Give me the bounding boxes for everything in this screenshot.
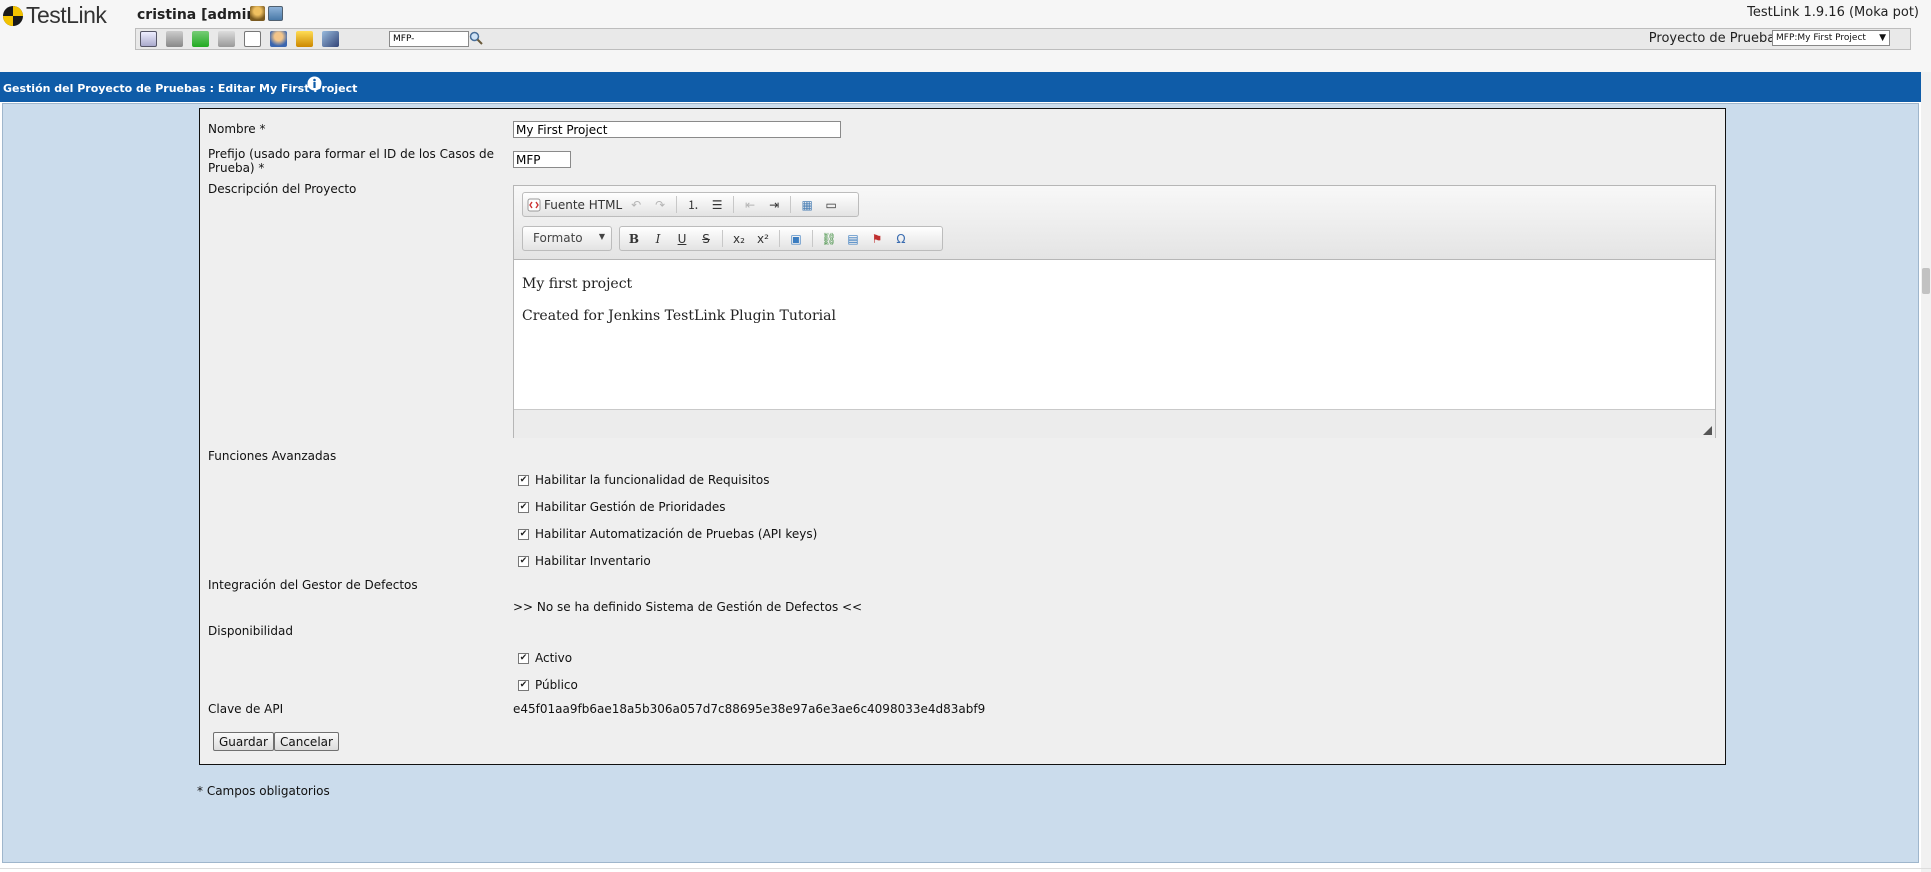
broom-icon[interactable] xyxy=(296,31,313,47)
scrollbar-thumb[interactable] xyxy=(1922,268,1930,294)
inventory-option-label: Habilitar Inventario xyxy=(535,554,651,568)
subscript-icon[interactable]: x₂ xyxy=(728,229,750,248)
underline-icon[interactable]: U xyxy=(671,229,693,248)
indent-icon[interactable]: ⇥ xyxy=(763,195,785,214)
superscript-icon[interactable]: x² xyxy=(752,229,774,248)
api-key-label: Clave de API xyxy=(208,702,284,716)
toolbar-separator xyxy=(812,230,813,247)
public-option-label: Público xyxy=(535,678,578,692)
info-icon[interactable] xyxy=(307,76,322,91)
editor-toolbar-row1: Fuente HTML ↶ ↷ ⒈ ☰ ⇤ ⇥ ▦ ▭ xyxy=(522,192,859,217)
automation-checkbox[interactable]: ✔ xyxy=(518,529,529,540)
undo-icon[interactable]: ↶ xyxy=(625,195,647,214)
testcase-id-input[interactable] xyxy=(389,31,469,47)
name-input[interactable] xyxy=(513,121,841,138)
cart-icon[interactable] xyxy=(166,31,183,47)
tree-icon[interactable] xyxy=(192,31,209,47)
toolbar-separator xyxy=(722,230,723,247)
html-source-label: Fuente HTML xyxy=(544,197,623,212)
logout-icon[interactable] xyxy=(268,6,283,21)
active-option-label: Activo xyxy=(535,651,573,665)
tag-icon[interactable] xyxy=(218,31,235,47)
vertical-scrollbar[interactable] xyxy=(1921,72,1931,872)
editor-paragraph: My first project xyxy=(522,276,633,292)
version-label: TestLink 1.9.16 (Moka pot) xyxy=(1747,5,1919,20)
description-editor: Fuente HTML ↶ ↷ ⒈ ☰ ⇤ ⇥ ▦ ▭ Formato ▼ B … xyxy=(513,185,1716,438)
name-label: Nombre * xyxy=(208,122,266,136)
rocket-icon[interactable] xyxy=(322,31,339,47)
document-icon[interactable] xyxy=(244,31,261,47)
required-fields-note: * Campos obligatorios xyxy=(197,784,330,798)
prefix-label-line2: Prueba) * xyxy=(208,161,265,175)
format-combo-label: Formato xyxy=(533,231,583,245)
numbered-list-icon[interactable]: ⒈ xyxy=(682,195,704,214)
advanced-functions-label: Funciones Avanzadas xyxy=(208,449,337,463)
cancel-button[interactable]: Cancelar xyxy=(274,732,339,751)
requirements-option-label: Habilitar la funcionalidad de Requisitos xyxy=(535,473,770,487)
editor-content-area[interactable]: My first project Created for Jenkins Tes… xyxy=(514,260,1715,410)
top-header: TestLink cristina [admin] TestLink 1.9.1… xyxy=(0,0,1931,72)
user-settings-icon[interactable] xyxy=(250,6,265,21)
testlink-logo-icon xyxy=(3,5,23,26)
chevron-down-icon: ▼ xyxy=(598,232,605,241)
description-label: Descripción del Proyecto xyxy=(208,182,357,196)
link-icon[interactable]: ⛓ xyxy=(818,229,840,248)
insert-image-icon[interactable]: ▤ xyxy=(842,229,864,248)
italic-icon[interactable]: I xyxy=(647,229,669,248)
html-source-button[interactable]: Fuente HTML xyxy=(526,195,623,214)
current-user: cristina [admin] xyxy=(137,7,263,23)
project-label: Proyecto de Pruebas xyxy=(1648,31,1782,46)
outdent-icon[interactable]: ⇤ xyxy=(739,195,761,214)
page-title-bar: Gestión del Proyecto de Pruebas : Editar… xyxy=(0,72,1921,102)
active-checkbox[interactable]: ✔ xyxy=(518,653,529,664)
toolbar-separator xyxy=(790,196,792,213)
horizontal-rule-icon[interactable]: ▭ xyxy=(820,195,842,214)
main-content: Nombre * Prefijo (usado para formar el I… xyxy=(2,103,1919,863)
inventory-checkbox[interactable]: ✔ xyxy=(518,556,529,567)
chevron-down-icon: ▼ xyxy=(1879,33,1886,43)
editor-footer xyxy=(514,410,1715,438)
editor-toolbar-row2: B I U S x₂ x² ▣ ⛓ ▤ ⚑ Ω xyxy=(619,226,943,251)
search-icon[interactable] xyxy=(469,31,483,45)
api-key-value: e45f01aa9fb6ae18a5b306a057d7c88695e38e97… xyxy=(513,702,986,716)
toolbar-separator xyxy=(676,196,678,213)
app-name: TestLink xyxy=(26,2,107,28)
bold-icon[interactable]: B xyxy=(623,229,645,248)
availability-label: Disponibilidad xyxy=(208,624,293,638)
strikethrough-icon[interactable]: S xyxy=(695,229,717,248)
image-icon[interactable]: ▣ xyxy=(785,229,807,248)
toolbar-separator xyxy=(779,230,780,247)
redo-icon[interactable]: ↷ xyxy=(649,195,671,214)
prefix-input[interactable] xyxy=(513,151,571,168)
issue-tracker-value: >> No se ha definido Sistema de Gestión … xyxy=(513,600,863,614)
project-select[interactable]: MFP:My First Project ▼ xyxy=(1772,30,1890,46)
table-icon[interactable]: ▦ xyxy=(796,195,818,214)
main-nav-toolbar: Proyecto de Pruebas MFP:My First Project… xyxy=(135,28,1911,50)
priorities-checkbox[interactable]: ✔ xyxy=(518,502,529,513)
desktop-icon[interactable] xyxy=(140,31,157,47)
bulleted-list-icon[interactable]: ☰ xyxy=(706,195,728,214)
user-icons xyxy=(250,6,283,21)
prefix-label-line1: Prefijo (usado para formar el ID de los … xyxy=(208,147,495,161)
app-logo[interactable]: TestLink xyxy=(2,2,107,29)
requirements-checkbox[interactable]: ✔ xyxy=(518,475,529,486)
users-icon[interactable] xyxy=(270,31,287,47)
editor-paragraph: Created for Jenkins TestLink Plugin Tuto… xyxy=(522,308,836,324)
priorities-option-label: Habilitar Gestión de Prioridades xyxy=(535,500,726,514)
format-combo[interactable]: Formato ▼ xyxy=(522,226,612,251)
project-edit-form: Nombre * Prefijo (usado para formar el I… xyxy=(199,108,1726,765)
issue-tracker-label: Integración del Gestor de Defectos xyxy=(208,578,418,592)
editor-toolbar: Fuente HTML ↶ ↷ ⒈ ☰ ⇤ ⇥ ▦ ▭ Formato ▼ B … xyxy=(514,186,1715,260)
page-title: Gestión del Proyecto de Pruebas : Editar… xyxy=(3,82,358,95)
toolbar-separator xyxy=(733,196,735,213)
resize-handle-icon[interactable] xyxy=(1703,426,1712,435)
bottom-divider xyxy=(0,868,1931,869)
save-button[interactable]: Guardar xyxy=(213,732,274,751)
anchor-flag-icon[interactable]: ⚑ xyxy=(866,229,888,248)
project-select-value: MFP:My First Project xyxy=(1776,33,1866,43)
automation-option-label: Habilitar Automatización de Pruebas (API… xyxy=(535,527,818,541)
source-icon xyxy=(527,198,541,211)
special-char-icon[interactable]: Ω xyxy=(890,229,912,248)
public-checkbox[interactable]: ✔ xyxy=(518,680,529,691)
